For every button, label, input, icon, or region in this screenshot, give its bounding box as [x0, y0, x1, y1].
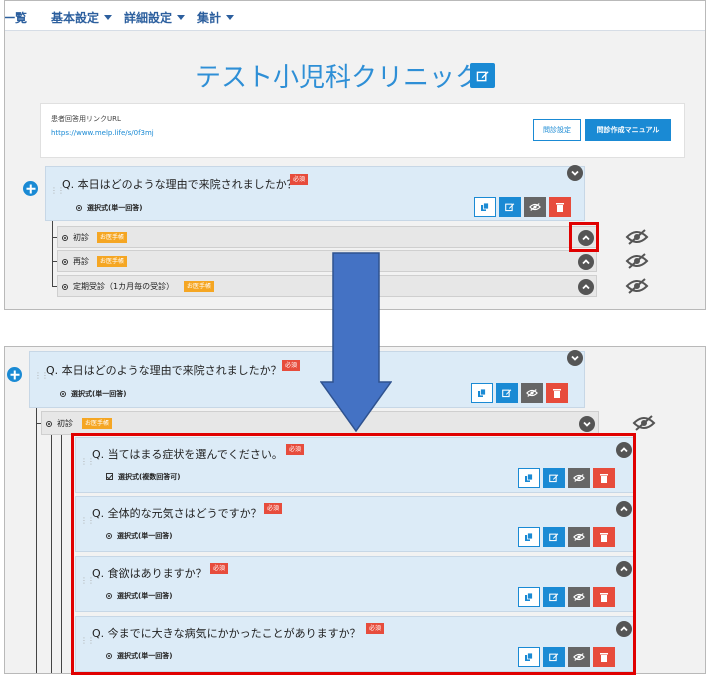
arrow-down-icon: [319, 252, 393, 433]
radio-icon: [76, 205, 82, 211]
radio-icon: [62, 235, 68, 241]
eye-slash-icon: [625, 278, 649, 294]
add-question-plus-icon[interactable]: [23, 181, 38, 196]
choice-label: 定期受診（1カ月毎の受診）: [62, 281, 174, 292]
choice-row[interactable]: 初診 お医手帳: [57, 226, 597, 248]
choice-label: 初診: [62, 232, 89, 243]
choice-label: 再診: [62, 256, 89, 267]
answer-type: 選択式(単一回答): [76, 203, 142, 213]
eye-slash-icon: [529, 203, 541, 211]
delete-button[interactable]: [546, 383, 568, 403]
copy-button[interactable]: [471, 383, 493, 403]
expand-toggle[interactable]: [578, 254, 594, 270]
radio-icon: [46, 421, 52, 427]
highlight-box: [71, 433, 636, 675]
copy-icon: [481, 202, 489, 211]
trash-icon: [556, 203, 564, 212]
choice-label: 初診: [46, 418, 73, 429]
radio-icon: [62, 259, 68, 265]
nav-list[interactable]: 一覧: [4, 9, 28, 26]
copy-button[interactable]: [474, 197, 496, 217]
edit-button[interactable]: [496, 383, 518, 403]
eye-slash-icon: [526, 389, 538, 397]
collapse-toggle[interactable]: [567, 350, 583, 366]
doctor-tag: お医手帳: [184, 281, 215, 292]
edit-icon: [505, 203, 515, 212]
answer-type: 選択式(単一回答): [60, 389, 126, 399]
patient-url-link[interactable]: https://www.melp.life/s/0f3mj: [51, 129, 154, 137]
edit-icon: [502, 389, 512, 398]
nav-list-label: 一覧: [4, 11, 28, 25]
collapse-toggle[interactable]: [567, 165, 583, 181]
grip-icon[interactable]: ⋮⋮: [50, 187, 65, 195]
eye-slash-icon: [625, 229, 649, 245]
main-question-card: ⋮⋮ Q. 本日はどのような理由で来院されましたか？ 必須 選択式(単一回答): [45, 165, 585, 221]
radio-icon: [60, 391, 66, 397]
expand-toggle[interactable]: [578, 279, 594, 295]
chevron-down-icon: [583, 421, 591, 427]
nav-detail-settings[interactable]: 詳細設定: [124, 9, 186, 26]
chevron-down-icon: [571, 170, 579, 176]
interview-settings-button[interactable]: 問診設定: [533, 119, 581, 141]
caret-down-icon: [226, 15, 235, 20]
answer-type-label: 選択式(単一回答): [71, 390, 127, 398]
nav-basic-settings-label: 基本設定: [51, 11, 100, 25]
tree-line: [52, 221, 53, 286]
chevron-up-icon: [582, 259, 590, 265]
radio-icon: [62, 284, 68, 290]
tree-line: [51, 433, 52, 673]
eye-slash-icon: [625, 253, 649, 269]
main-question-card: ⋮⋮ Q. 本日はどのような理由で来院されましたか？ 必須 選択式(単一回答): [29, 350, 585, 408]
collapse-toggle[interactable]: [579, 416, 595, 432]
required-badge: 必須: [282, 360, 301, 371]
add-question-plus-icon[interactable]: [7, 367, 22, 382]
url-label: 患者回答用リンクURL: [51, 115, 121, 123]
nav-basic-settings[interactable]: 基本設定: [51, 9, 113, 26]
delete-button[interactable]: [549, 197, 571, 217]
edit-icon: [476, 70, 489, 81]
url-box: 患者回答用リンクURL https://www.melp.life/s/0f3m…: [40, 103, 685, 158]
answer-type-label: 選択式(単一回答): [87, 204, 143, 212]
highlight-square: [569, 222, 599, 252]
visibility-toggle[interactable]: [625, 253, 649, 269]
tree-line: [36, 408, 37, 673]
caret-down-icon: [177, 15, 186, 20]
eye-slash-icon: [632, 415, 656, 431]
grip-icon[interactable]: ⋮⋮: [34, 372, 49, 380]
hide-button[interactable]: [521, 383, 543, 403]
nav-aggregate[interactable]: 集計: [197, 9, 235, 26]
visibility-toggle[interactable]: [625, 278, 649, 294]
nav-detail-settings-label: 詳細設定: [124, 11, 173, 25]
nav-aggregate-label: 集計: [197, 11, 222, 25]
doctor-tag: お医手帳: [97, 232, 128, 243]
top-navbar: 一覧 基本設定 詳細設定 集計: [5, 1, 705, 31]
required-badge: 必須: [290, 174, 309, 185]
clinic-title: テスト小児科クリニック: [195, 63, 482, 93]
trash-icon: [553, 389, 561, 398]
hide-button[interactable]: [524, 197, 546, 217]
manual-button[interactable]: 問診作成マニュアル: [585, 119, 671, 141]
edit-title-button[interactable]: [470, 63, 495, 88]
down-arrow: [319, 252, 393, 433]
chevron-down-icon: [571, 355, 579, 361]
question-text: Q. 本日はどのような理由で来院されましたか？: [62, 178, 298, 191]
doctor-tag: お医手帳: [97, 256, 128, 267]
tree-line: [61, 433, 62, 673]
caret-down-icon: [104, 15, 113, 20]
question-text: Q. 本日はどのような理由で来院されましたか？: [46, 364, 282, 377]
copy-icon: [478, 388, 486, 397]
visibility-toggle[interactable]: [632, 415, 656, 431]
chevron-up-icon: [582, 284, 590, 290]
edit-button[interactable]: [499, 197, 521, 217]
doctor-tag: お医手帳: [82, 418, 113, 429]
visibility-toggle[interactable]: [625, 229, 649, 245]
